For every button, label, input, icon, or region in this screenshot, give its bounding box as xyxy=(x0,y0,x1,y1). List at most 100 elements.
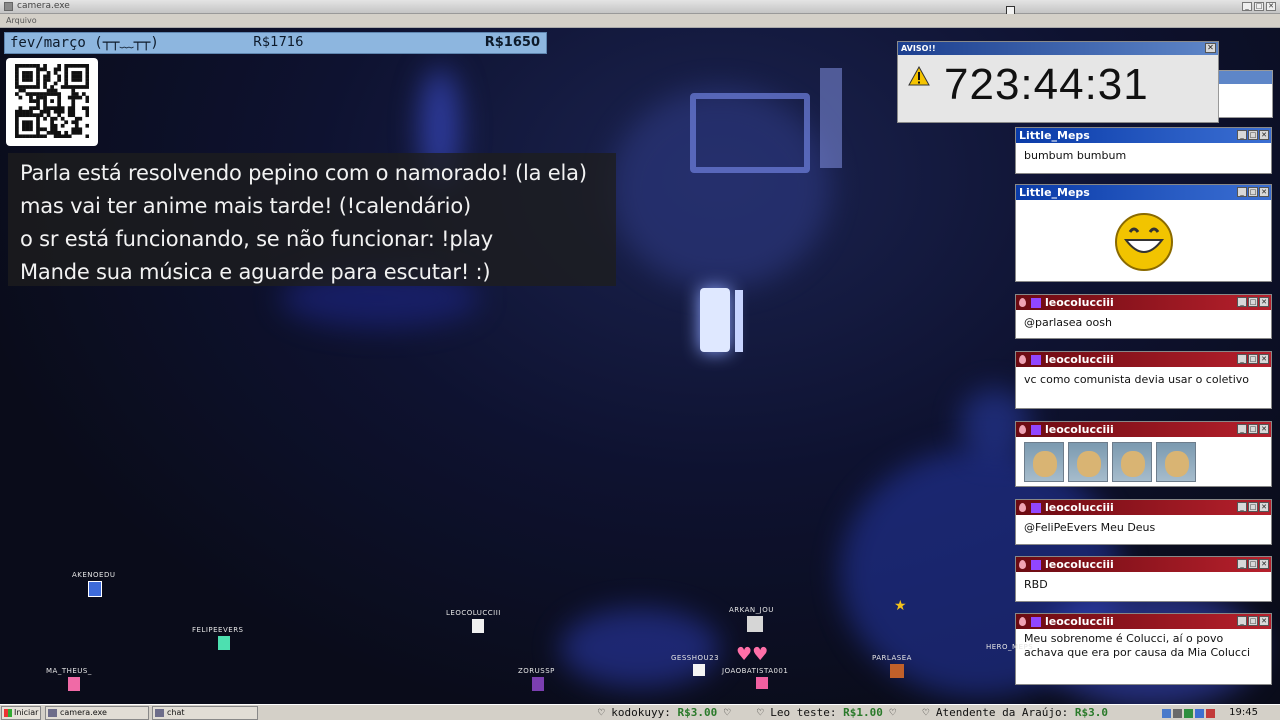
minimize-icon[interactable]: _ xyxy=(1237,130,1247,140)
viewer-sprite: ARKAN_JOU xyxy=(729,606,774,632)
donation-amount: R$1.00 xyxy=(843,706,883,719)
taskbar-item-camera[interactable]: camera.exe xyxy=(45,706,149,720)
viewer-sprite: AKENOEDU xyxy=(72,571,115,597)
viewer-name: LEOCOLUCCIII xyxy=(446,609,501,617)
menubar: Arquivo xyxy=(0,14,1280,28)
taskbar-item-chat[interactable]: chat xyxy=(152,706,258,720)
close-icon[interactable]: ✕ xyxy=(1259,130,1269,140)
viewer-name: FELIPEEVERS xyxy=(192,626,244,634)
notice-line: o sr está funcionando, se não funcionar:… xyxy=(20,227,494,251)
chat-text: RBD xyxy=(1024,578,1048,591)
maximize-icon[interactable]: □ xyxy=(1248,502,1258,512)
chat-window-controls: _ □ ✕ xyxy=(1237,297,1269,307)
heart-icon: ♡ xyxy=(756,706,771,719)
star-icon: ★ xyxy=(894,598,907,614)
period-label: fev/março (┬┬﹏┬┬) xyxy=(10,35,159,51)
taskbar: Iniciar camera.exe chat ♡ kodokuyy: R$3.… xyxy=(0,704,1280,720)
minimize-icon[interactable]: _ xyxy=(1237,187,1247,197)
minimize-icon[interactable]: _ xyxy=(1237,424,1247,434)
drop-badge-icon xyxy=(1019,617,1026,626)
minimize-icon[interactable]: _ xyxy=(1237,297,1247,307)
drop-badge-icon xyxy=(1019,298,1026,307)
doge-emote xyxy=(1112,442,1152,482)
system-tray xyxy=(1162,707,1215,719)
chat-username: Little_Meps xyxy=(1019,186,1090,199)
minimize-icon[interactable]: _ xyxy=(1237,616,1247,626)
chat-window-controls: _ □ ✕ xyxy=(1237,502,1269,512)
twitch-badge-icon xyxy=(1031,354,1041,365)
menu-arquivo[interactable]: Arquivo xyxy=(6,16,37,25)
viewer-name: GESSHOU23 xyxy=(671,654,720,662)
chat-window-controls: _ □ ✕ xyxy=(1237,616,1269,626)
volume-icon[interactable] xyxy=(1173,708,1182,718)
network-icon[interactable] xyxy=(1162,708,1171,718)
taskbar-item-label: camera.exe xyxy=(60,708,107,717)
countdown-timer: 723:44:31 xyxy=(944,60,1149,109)
chat-username: leocolucciii xyxy=(1045,296,1114,309)
warning-icon xyxy=(908,66,930,86)
viewer-name: AKENOEDU xyxy=(72,571,116,579)
close-icon[interactable]: ✕ xyxy=(1259,559,1269,569)
aviso-timer-window: AVISO!! ✕ 723:44:31 xyxy=(897,41,1219,123)
maximize-icon[interactable]: □ xyxy=(1248,354,1258,364)
close-icon[interactable]: ✕ xyxy=(1259,187,1269,197)
viewer-name: JOAOBATISTA001 xyxy=(722,667,789,675)
viewer-name: PARLASEA xyxy=(872,654,912,662)
close-button[interactable]: ✕ xyxy=(1266,2,1276,11)
viewer-name: ARKAN_JOU xyxy=(729,606,774,614)
chat-username: leocolucciii xyxy=(1045,353,1114,366)
chat-text: bumbum bumbum xyxy=(1024,149,1127,162)
maximize-icon[interactable]: □ xyxy=(1248,559,1258,569)
twitch-badge-icon xyxy=(1031,297,1041,308)
chat-username: Little_Meps xyxy=(1019,129,1090,142)
viewer-sprite: HERO_MEPS xyxy=(986,643,1033,651)
chat-username: leocolucciii xyxy=(1045,501,1114,514)
maximize-icon[interactable]: □ xyxy=(1248,424,1258,434)
update-icon[interactable] xyxy=(1195,708,1204,718)
maximize-icon[interactable]: □ xyxy=(1248,130,1258,140)
viewer-name: ZORUSSP xyxy=(518,667,555,675)
viewer-sprite: PARLASEA xyxy=(872,654,912,678)
viewer-sprite: LEOCOLUCCIII xyxy=(446,609,501,633)
security-icon[interactable] xyxy=(1206,708,1215,718)
chat-text: @FeliPeEvers Meu Deus xyxy=(1024,521,1156,534)
minimize-icon[interactable]: _ xyxy=(1237,354,1247,364)
aviso-title: AVISO!! xyxy=(901,44,936,53)
aviso-close-button[interactable]: ✕ xyxy=(1205,43,1216,53)
chat-message: Little_Meps _ □ ✕ xyxy=(1015,184,1272,282)
twitch-badge-icon xyxy=(1031,424,1041,435)
close-icon[interactable]: ✕ xyxy=(1259,616,1269,626)
close-icon[interactable]: ✕ xyxy=(1259,354,1269,364)
close-icon[interactable]: ✕ xyxy=(1259,424,1269,434)
chat-message-header: Little_Meps _ □ ✕ xyxy=(1016,128,1271,143)
minimize-icon[interactable]: _ xyxy=(1237,502,1247,512)
window-controls: _ □ ✕ xyxy=(1242,2,1276,11)
drop-badge-icon xyxy=(1019,425,1026,434)
minimize-button[interactable]: _ xyxy=(1242,2,1252,11)
chat-message: leocolucciii _ □ ✕ vc como comunista devia… xyxy=(1015,351,1272,409)
donor-name: kodokuyy: xyxy=(611,706,671,719)
start-button[interactable]: Iniciar xyxy=(1,706,41,720)
aviso-titlebar: AVISO!! ✕ xyxy=(898,42,1218,55)
stream-notice: Parla está resolvendo pepino com o namor… xyxy=(8,153,616,286)
close-icon[interactable]: ✕ xyxy=(1259,297,1269,307)
maximize-icon[interactable]: □ xyxy=(1248,616,1258,626)
chat-message-header: leocolucciii _ □ ✕ xyxy=(1016,614,1271,629)
donation-ticker: ♡ kodokuyy: R$3.00 ♡ ♡ Leo teste: R$1.00… xyxy=(598,705,1108,720)
chat-window-controls: _ □ ✕ xyxy=(1237,424,1269,434)
minimize-icon[interactable]: _ xyxy=(1237,559,1247,569)
chat-window-controls: _ □ ✕ xyxy=(1237,187,1269,197)
maximize-icon[interactable]: □ xyxy=(1248,297,1258,307)
taskbar-item-label: chat xyxy=(167,708,185,717)
shield-icon[interactable] xyxy=(1184,708,1193,718)
chat-message-header: leocolucciii _ □ ✕ xyxy=(1016,557,1271,572)
drop-badge-icon xyxy=(1019,503,1026,512)
viewer-sprite: MA_THEUS_ xyxy=(46,667,92,691)
maximize-button[interactable]: □ xyxy=(1254,2,1264,11)
background-window[interactable] xyxy=(1218,70,1273,118)
doge-emote-row xyxy=(1016,437,1271,487)
maximize-icon[interactable]: □ xyxy=(1248,187,1258,197)
donor-name: Atendente da Araújo: xyxy=(935,706,1069,719)
twitch-badge-icon xyxy=(1031,559,1041,570)
close-icon[interactable]: ✕ xyxy=(1259,502,1269,512)
